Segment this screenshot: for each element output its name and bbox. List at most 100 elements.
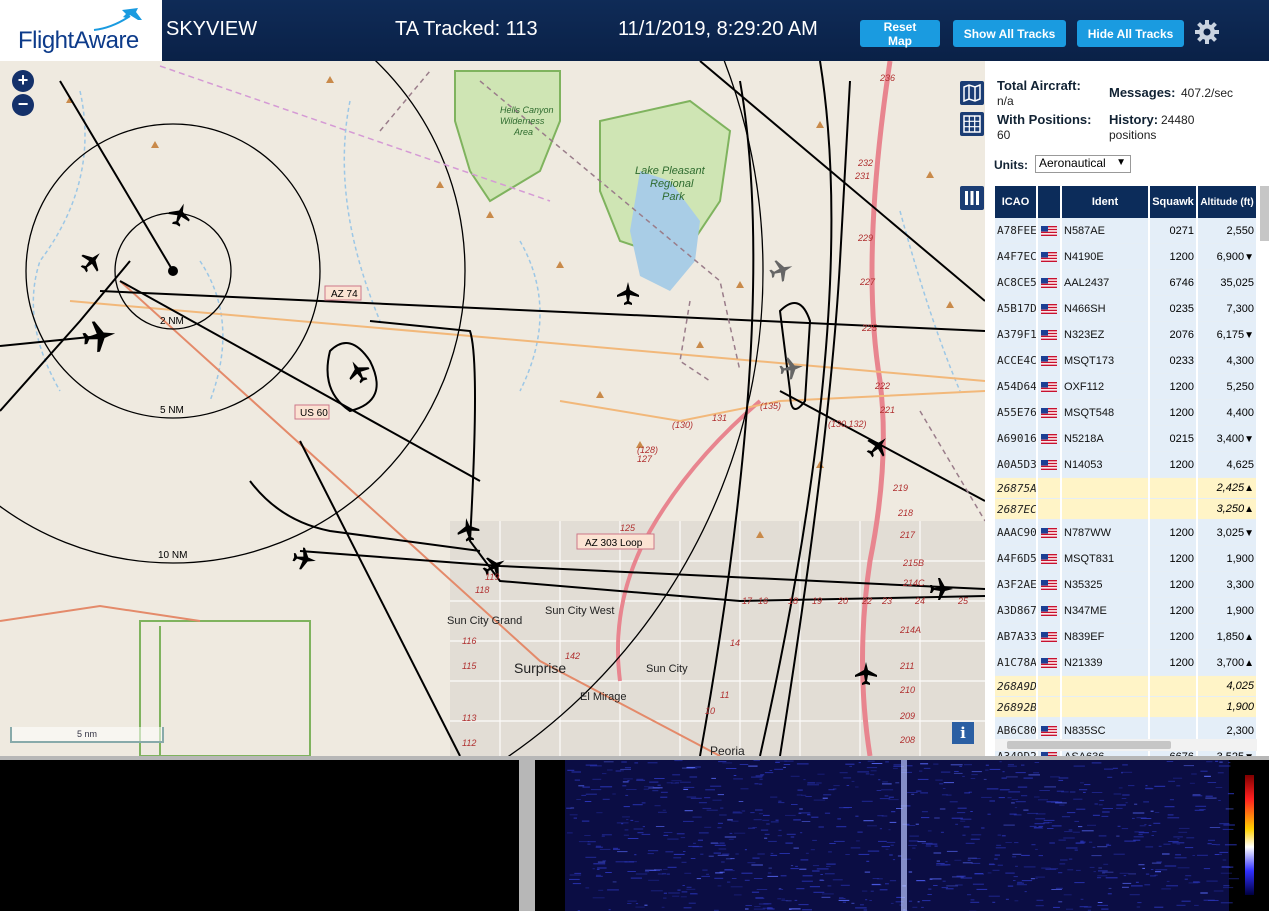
exit-label: 218 (897, 508, 913, 518)
aircraft-icon[interactable] (617, 282, 639, 305)
table-row[interactable]: 26892B 1,900 (995, 696, 1258, 718)
map-icon[interactable] (960, 81, 984, 105)
scrollbar-thumb[interactable] (1007, 741, 1171, 749)
table-row[interactable]: ACCE4C MSQT173 0233 4,300 (995, 347, 1258, 374)
exit-label: 214A (899, 625, 921, 635)
info-button[interactable]: i (952, 722, 974, 744)
ident-cell: N5218A (1061, 425, 1150, 452)
road-label: AZ 74 (331, 289, 358, 300)
altitude-cell: 6,175▼ (1197, 321, 1258, 348)
hide-all-tracks-button[interactable]: Hide All Tracks (1077, 20, 1184, 47)
icao-cell: A5B17D (995, 295, 1038, 322)
exit-label: 225 (861, 323, 878, 333)
flightaware-logo[interactable]: FlightAware (0, 0, 162, 61)
squawk-cell: 1200 (1149, 519, 1198, 546)
column-header-flag[interactable] (1037, 186, 1062, 218)
table-row[interactable]: A4F6D5 MSQT831 1200 1,900 (995, 545, 1258, 572)
table-row[interactable]: A55E76 MSQT548 1200 4,400 (995, 399, 1258, 426)
table-row[interactable]: 2687EC 3,250▲ (995, 498, 1258, 520)
exit-label: 127 (637, 454, 653, 464)
flag-cell (1037, 373, 1062, 400)
aircraft-table-body: A78FEE N587AE 0271 2,550 A4F7EC N4190E 1200 6,9… (995, 218, 1258, 756)
color-scale-bar (1245, 775, 1254, 895)
icao-cell: 2687EC (995, 498, 1038, 520)
exit-label: 116 (462, 636, 476, 646)
altitude-cell: 3,250▲ (1197, 498, 1258, 520)
table-row[interactable]: A1C78A N21339 1200 3,700▲ (995, 649, 1258, 676)
map-canvas[interactable]: 2 NM 5 NM 10 NM AZ 74 US 60 AZ 303 Loop … (0, 61, 985, 756)
table-row[interactable]: A4F7EC N4190E 1200 6,900▼ (995, 243, 1258, 270)
exit-label: 209 (899, 711, 915, 721)
flag-cell (1037, 269, 1062, 296)
ident-cell: N14053 (1061, 451, 1150, 478)
table-row[interactable]: A54D64 OXF112 1200 5,250 (995, 373, 1258, 400)
exit-label: 142 (565, 651, 580, 661)
columns-icon[interactable] (960, 186, 984, 210)
flag-cell (1037, 477, 1062, 499)
table-row[interactable]: AAAC90 N787WW 1200 3,025▼ (995, 519, 1258, 546)
column-header-altitude[interactable]: Altitude (ft) (1197, 186, 1258, 218)
column-header-squawk[interactable]: Squawk (1149, 186, 1198, 218)
map-view[interactable]: 2 NM 5 NM 10 NM AZ 74 US 60 AZ 303 Loop … (0, 61, 985, 756)
flag-cell (1037, 399, 1062, 426)
exit-label: 118 (475, 585, 489, 595)
table-row[interactable]: A3D867 N347ME 1200 1,900 (995, 597, 1258, 624)
aircraft-icon[interactable] (767, 256, 796, 285)
table-row[interactable]: AB7A33 N839EF 1200 1,850▲ (995, 623, 1258, 650)
grid-icon[interactable] (960, 112, 984, 136)
table-row[interactable]: A5B17D N466SH 0235 7,300 (995, 295, 1258, 322)
table-row[interactable]: AC8CE5 AAL2437 6746 35,025 (995, 269, 1258, 296)
ident-cell: N4190E (1061, 243, 1150, 270)
table-row[interactable]: A3F2AE N35325 1200 3,300 (995, 571, 1258, 598)
ident-cell (1061, 675, 1150, 697)
reset-map-button[interactable]: Reset Map (860, 20, 940, 48)
altitude-value: 35,025 (1220, 276, 1254, 289)
gear-icon[interactable] (1193, 18, 1221, 46)
zoom-in-button[interactable]: + (12, 70, 34, 92)
spectrum-pane (0, 760, 519, 911)
column-header-ident[interactable]: Ident (1061, 186, 1150, 218)
altitude-value: 1,900 (1226, 604, 1254, 617)
altitude-value: 2,300 (1226, 724, 1254, 737)
altitude-cell: 4,625 (1197, 451, 1258, 478)
aircraft-icon[interactable] (778, 355, 804, 381)
ident-cell: N466SH (1061, 295, 1150, 322)
us-flag-icon (1041, 225, 1057, 236)
altitude-value: 4,025 (1226, 680, 1254, 692)
place-label: Area (513, 127, 533, 137)
vertical-scrollbar[interactable] (1260, 186, 1269, 241)
squawk-cell: 1200 (1149, 597, 1198, 624)
table-row[interactable]: A379F1 N323EZ 2076 6,175▼ (995, 321, 1258, 348)
waterfall-display (535, 760, 1269, 911)
table-row[interactable]: A0A5D3 N14053 1200 4,625 (995, 451, 1258, 478)
altitude-cell: 1,850▲ (1197, 623, 1258, 650)
table-row[interactable]: A69016 N5218A 0215 3,400▼ (995, 425, 1258, 452)
altitude-cell: 2,425▲ (1197, 477, 1258, 499)
aircraft-icon[interactable] (81, 318, 118, 354)
altitude-value: 4,300 (1226, 354, 1254, 367)
aircraft-icon[interactable] (862, 430, 894, 462)
exit-label: 17 (742, 596, 753, 606)
exit-label: 14 (730, 638, 740, 648)
zoom-out-button[interactable]: − (12, 94, 34, 116)
flag-cell (1037, 295, 1062, 322)
units-select[interactable]: Aeronautical ▼ (1035, 155, 1131, 173)
aircraft-icon[interactable] (166, 200, 195, 229)
climb-arrow-icon: ▲ (1244, 657, 1254, 669)
show-all-tracks-button[interactable]: Show All Tracks (953, 20, 1066, 47)
column-header-icao[interactable]: ICAO (995, 186, 1038, 218)
place-label: Sun City (646, 663, 688, 675)
icao-cell: AC8CE5 (995, 269, 1038, 296)
exit-label: 210 (899, 685, 915, 695)
aircraft-icon[interactable] (291, 546, 317, 572)
table-row[interactable]: 268A9D 4,025 (995, 675, 1258, 697)
horizontal-scrollbar[interactable] (995, 739, 1257, 751)
exit-label: 18 (788, 596, 798, 606)
table-row[interactable]: A78FEE N587AE 0271 2,550 (995, 218, 1258, 244)
pane-splitter[interactable] (519, 756, 535, 911)
place-label: Sun City West (545, 605, 615, 617)
aircraft-icon[interactable] (76, 245, 108, 277)
icao-cell: ACCE4C (995, 347, 1038, 374)
units-selected-value: Aeronautical (1039, 156, 1106, 170)
table-row[interactable]: 26875A 2,425▲ (995, 477, 1258, 499)
